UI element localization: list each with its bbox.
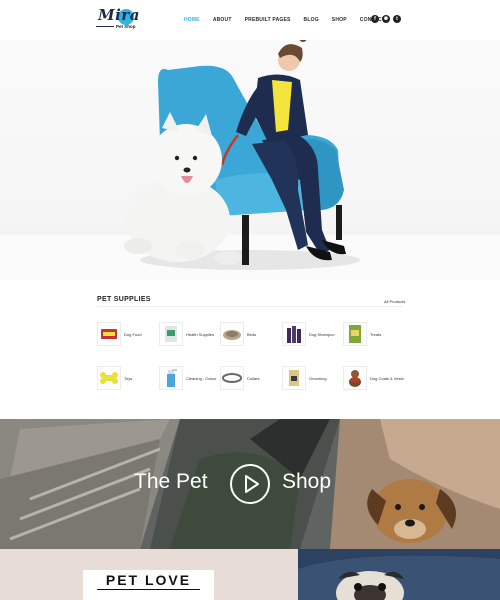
supplies-title: PET SUPPLIES bbox=[97, 296, 151, 303]
main-nav: HOME ABOUT PREBUILT PAGES BLOG SHOP CONT… bbox=[184, 15, 398, 25]
category-beds[interactable]: Beds bbox=[220, 322, 256, 346]
category-label: Dog Shampoo bbox=[309, 331, 335, 337]
logo[interactable]: Mira Pet Shop bbox=[96, 6, 142, 32]
collar-icon bbox=[220, 366, 244, 390]
nav-item-blog[interactable]: BLOG bbox=[304, 15, 319, 25]
all-products-link[interactable]: All Products bbox=[384, 299, 405, 304]
play-icon bbox=[245, 475, 259, 493]
category-label: Health Supplies bbox=[186, 331, 215, 337]
category-label: Toys bbox=[124, 375, 133, 381]
nav-item-home[interactable]: HOME bbox=[184, 15, 200, 25]
nav-item-about[interactable]: ABOUT bbox=[213, 15, 232, 25]
category-label: Dog Coats & Vests bbox=[370, 375, 404, 381]
dog-coat-icon bbox=[343, 366, 367, 390]
cleaning-icon bbox=[159, 366, 183, 390]
bed-icon bbox=[220, 322, 244, 346]
facebook-icon[interactable]: f bbox=[371, 15, 379, 23]
category-toys[interactable]: Toys bbox=[97, 366, 132, 390]
logo-divider bbox=[96, 26, 114, 27]
banner-title-left: The Pet bbox=[134, 470, 208, 493]
category-label: Beds bbox=[247, 331, 257, 337]
hero-image bbox=[0, 40, 500, 280]
pug-illustration bbox=[298, 549, 500, 600]
banner-title-right: Shop bbox=[282, 470, 332, 493]
dribbble-icon[interactable]: ✺ bbox=[382, 15, 390, 23]
health-supplies-icon bbox=[159, 322, 183, 346]
pet-love-underline bbox=[97, 589, 200, 590]
pet-love-title: PET LOVE bbox=[105, 572, 192, 588]
grooming-icon bbox=[282, 366, 306, 390]
dog-food-icon bbox=[97, 322, 121, 346]
category-label: Collars bbox=[247, 375, 260, 381]
logo-tagline: Pet Shop bbox=[116, 24, 136, 29]
treats-icon bbox=[343, 322, 367, 346]
supplies-divider bbox=[97, 306, 403, 307]
hero-illustration bbox=[124, 40, 360, 270]
nav-item-shop[interactable]: SHOP bbox=[332, 15, 347, 25]
category-dog-food[interactable]: Dog Food bbox=[97, 322, 142, 346]
category-label: Dog Food bbox=[124, 331, 142, 337]
category-grooming[interactable]: Grooming bbox=[282, 366, 327, 390]
category-collars[interactable]: Collars bbox=[220, 366, 259, 390]
site-header: Mira Pet Shop HOME ABOUT PREBUILT PAGES … bbox=[0, 0, 500, 40]
category-dog-shampoo[interactable]: Dog Shampoo bbox=[282, 322, 335, 346]
play-button[interactable] bbox=[230, 464, 270, 504]
toy-icon bbox=[97, 366, 121, 390]
category-cleaning-odour[interactable]: Cleaning - Odour bbox=[159, 366, 216, 390]
pug-photo bbox=[298, 549, 500, 600]
category-health-supplies[interactable]: Health Supplies bbox=[159, 322, 214, 346]
category-treats[interactable]: Treats bbox=[343, 322, 381, 346]
nav-item-prebuilt-pages[interactable]: PREBUILT PAGES bbox=[245, 15, 291, 25]
twitter-icon[interactable]: t bbox=[393, 15, 401, 23]
category-label: Treats bbox=[370, 331, 382, 337]
social-links: f ✺ t bbox=[371, 15, 401, 23]
logo-name: Mira bbox=[98, 6, 140, 24]
category-label: Grooming bbox=[309, 375, 327, 381]
category-dog-coats-vests[interactable]: Dog Coats & Vests bbox=[343, 366, 404, 390]
shampoo-icon bbox=[282, 322, 306, 346]
category-label: Cleaning - Odour bbox=[186, 375, 217, 381]
